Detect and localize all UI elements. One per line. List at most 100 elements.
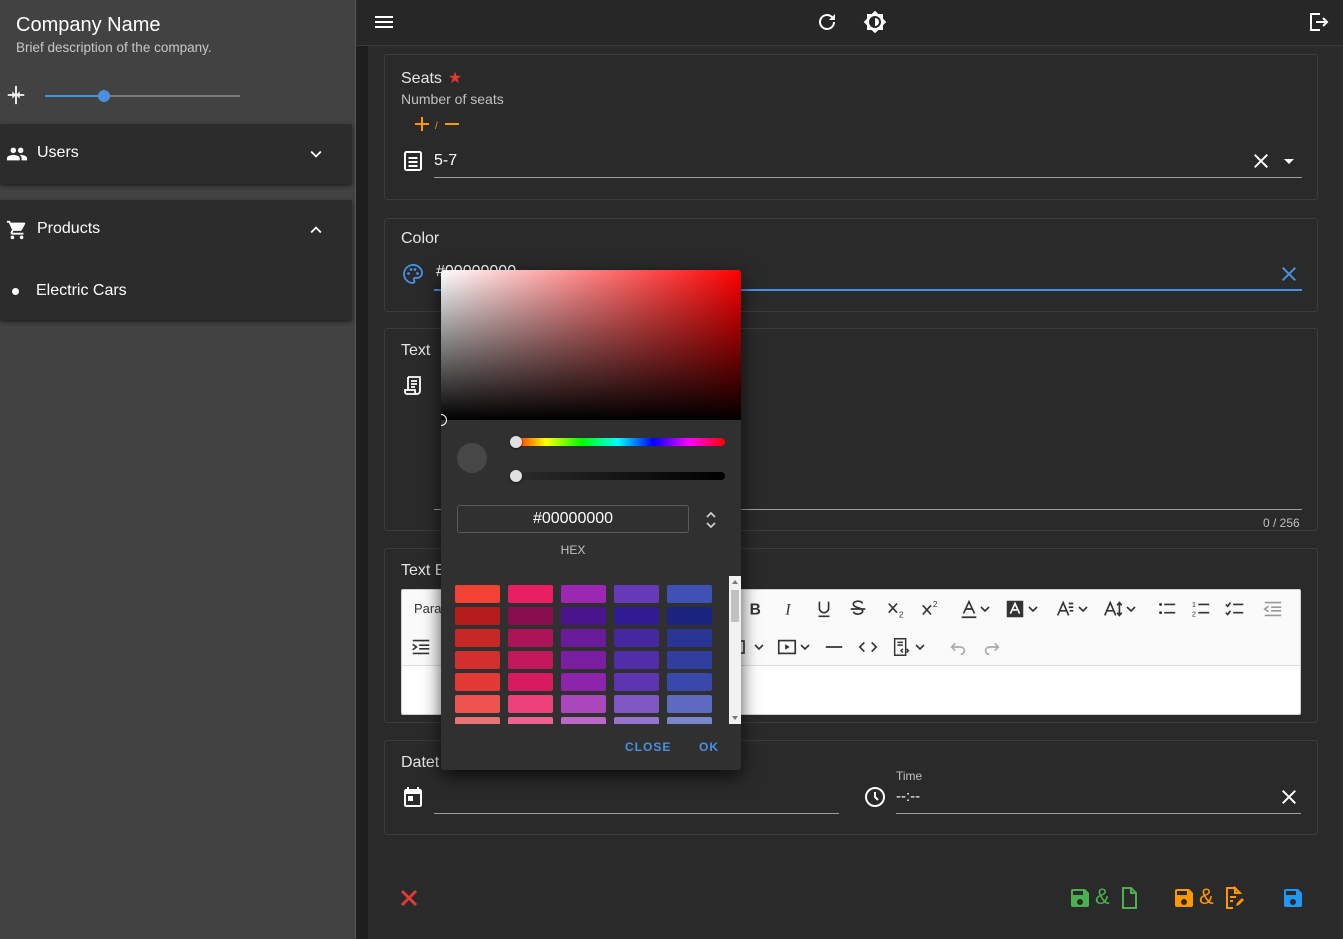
mode-toggle-icon[interactable] [701,507,721,533]
hue-slider-thumb[interactable] [510,436,522,448]
color-swatch[interactable] [508,607,553,625]
color-swatch[interactable] [614,629,659,647]
highlight-color-icon[interactable] [1004,598,1026,620]
color-swatch[interactable] [667,585,712,603]
strikethrough-icon[interactable] [847,598,869,620]
clock-icon[interactable] [863,785,887,809]
color-swatch[interactable] [561,695,606,713]
chevron-down-icon[interactable] [913,636,927,658]
media-embed-icon[interactable] [776,636,798,658]
chevron-down-icon[interactable] [978,598,992,620]
seats-select-value[interactable]: 5-7 [434,152,457,170]
sidebar-item-products[interactable]: Products Electric Cars [0,200,352,320]
color-swatch[interactable] [667,607,712,625]
new-document-icon[interactable] [1117,886,1141,910]
superscript-icon[interactable]: 2 [920,598,942,620]
bold-icon[interactable]: B [745,598,767,620]
color-swatch[interactable] [614,585,659,603]
color-swatch[interactable] [455,673,500,691]
refresh-icon[interactable] [815,10,839,34]
color-swatch[interactable] [508,717,553,724]
chevron-down-icon[interactable] [798,636,812,658]
color-swatch[interactable] [561,629,606,647]
horizontal-line-icon[interactable] [823,636,845,658]
alpha-slider-thumb[interactable] [510,470,522,482]
logout-icon[interactable] [1306,10,1330,34]
chevron-down-icon[interactable] [1124,598,1138,620]
scrollbar-thumb[interactable] [731,590,739,622]
clear-icon[interactable] [1249,149,1273,173]
close-button[interactable]: CLOSE [625,740,671,754]
color-swatch[interactable] [455,695,500,713]
sidebar-width-slider[interactable] [45,90,240,102]
color-swatch[interactable] [455,585,500,603]
sidebar-item-users[interactable]: Users [0,124,352,184]
indent-icon[interactable] [410,636,432,658]
bulleted-list-icon[interactable] [1156,598,1178,620]
color-swatch[interactable] [508,651,553,669]
outdent-icon[interactable] [1262,598,1284,620]
menu-icon[interactable] [372,10,396,34]
save-and-new-button[interactable] [1068,886,1092,910]
color-swatch[interactable] [561,585,606,603]
color-swatch[interactable] [508,629,553,647]
color-swatch[interactable] [667,695,712,713]
italic-icon[interactable]: I [779,598,801,620]
color-swatch[interactable] [614,695,659,713]
font-size-icon[interactable] [1102,598,1124,620]
sidebar-item-electric-cars[interactable]: Electric Cars [0,272,352,312]
color-swatch[interactable] [455,717,500,724]
users-header[interactable]: Users [0,124,352,184]
color-swatch[interactable] [508,695,553,713]
font-color-icon[interactable] [958,598,980,620]
source-editing-icon[interactable] [891,636,913,658]
chevron-down-icon[interactable] [1026,598,1040,620]
todo-list-icon[interactable] [1224,598,1246,620]
code-icon[interactable] [857,636,879,658]
color-swatch[interactable] [455,629,500,647]
clear-icon[interactable] [1277,262,1301,286]
color-swatch[interactable] [614,651,659,669]
calendar-icon[interactable] [401,785,425,809]
theme-toggle-icon[interactable] [863,10,887,34]
color-swatch[interactable] [667,717,712,724]
undo-icon[interactable] [947,636,969,658]
color-swatch[interactable] [455,607,500,625]
color-swatch[interactable] [508,673,553,691]
products-header[interactable]: Products [0,200,352,260]
saturation-value-area[interactable] [441,270,741,420]
plus-minus-toggle[interactable]: / [413,115,465,133]
redo-icon[interactable] [981,636,1003,658]
color-swatch[interactable] [614,673,659,691]
color-swatch[interactable] [667,651,712,669]
color-swatch[interactable] [508,585,553,603]
swatch-scrollbar[interactable] [729,576,741,724]
save-button[interactable] [1281,886,1305,910]
ok-button[interactable]: OK [699,740,719,754]
color-swatch[interactable] [561,717,606,724]
font-family-icon[interactable] [1054,598,1076,620]
alpha-slider[interactable] [510,472,725,480]
color-swatch[interactable] [561,651,606,669]
save-and-edit-button[interactable] [1172,886,1196,910]
palette-icon[interactable] [401,262,425,286]
time-input[interactable]: --:-- [896,788,920,805]
hex-input[interactable]: #00000000 [457,505,689,533]
color-swatch[interactable] [561,607,606,625]
date-input[interactable] [434,789,839,811]
hue-slider[interactable] [510,438,725,446]
color-swatch[interactable] [614,717,659,724]
color-swatch[interactable] [667,629,712,647]
color-swatch[interactable] [614,607,659,625]
cancel-button[interactable] [397,886,421,910]
edit-document-icon[interactable] [1221,886,1245,910]
slider-thumb[interactable] [97,90,110,102]
color-swatch[interactable] [667,673,712,691]
subscript-icon[interactable]: 2 [886,598,908,620]
dropdown-arrow-icon[interactable] [1277,149,1301,173]
resize-width-icon[interactable] [5,84,27,106]
chevron-down-icon[interactable] [1076,598,1090,620]
color-swatch[interactable] [455,651,500,669]
underline-icon[interactable] [813,598,835,620]
numbered-list-icon[interactable]: 12 [1190,598,1212,620]
